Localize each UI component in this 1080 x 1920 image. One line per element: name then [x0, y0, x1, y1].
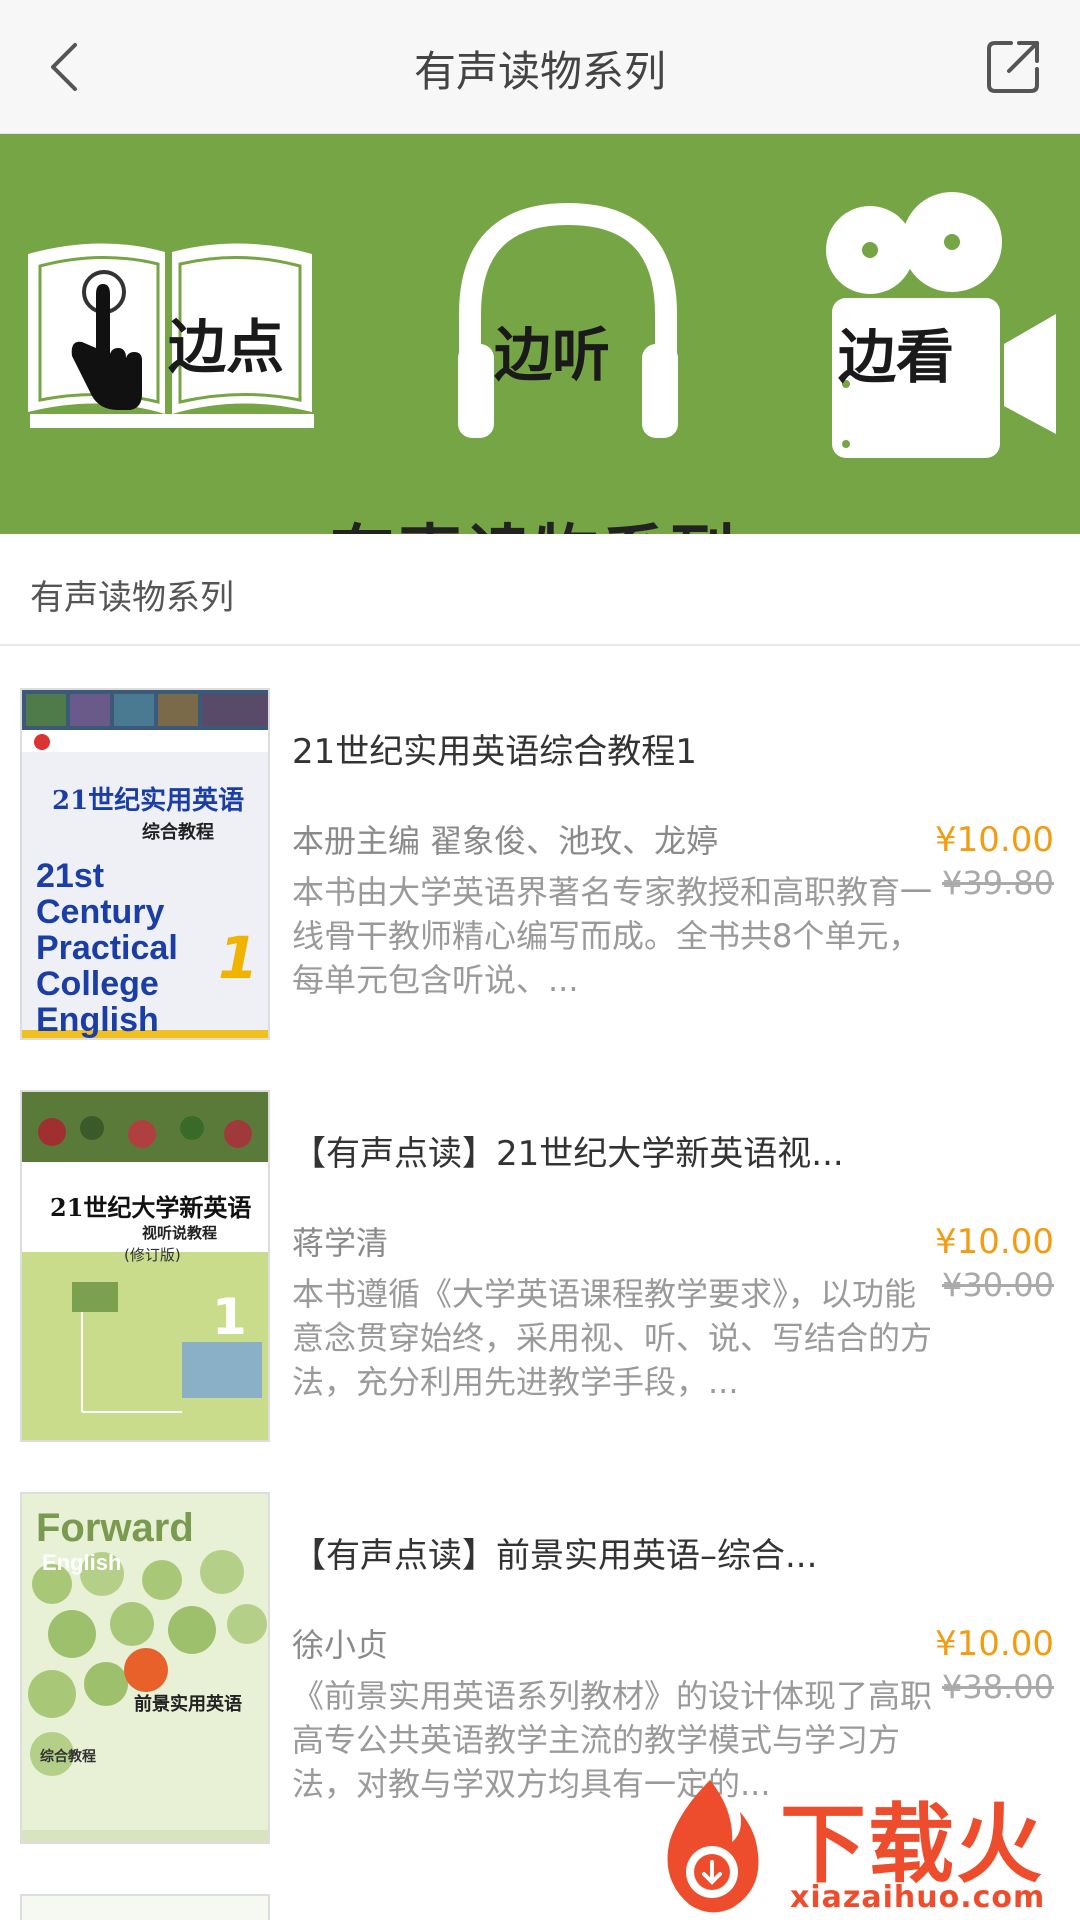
- banner-label-point: 边点: [168, 313, 285, 381]
- book-cover: Forward English 前景实用英语 综合教程: [20, 1492, 270, 1844]
- book-original-price: ¥30.00: [942, 1266, 1054, 1304]
- cover-volume-number: 1: [212, 1288, 247, 1346]
- page-title: 有声读物系列: [413, 47, 666, 96]
- banner-label-watch: 边看: [838, 323, 955, 391]
- book-author: 蒋学清: [292, 1224, 389, 1262]
- cover-title-cn: 前景实用英语: [134, 1694, 242, 1715]
- cover-title-en: Forward: [36, 1506, 194, 1550]
- flame-logo-icon: [667, 1780, 759, 1913]
- banner[interactable]: 边点 边听 边看 有声读物系列: [0, 134, 1080, 534]
- book-original-price: ¥39.80: [942, 864, 1054, 902]
- cover-volume-number: 1: [218, 924, 259, 992]
- book-title: 【有声点读】前景实用英语–综合...: [292, 1536, 818, 1576]
- watermark: 下载火 xiazaihuo.com: [640, 1770, 1070, 1920]
- cover-title-cn: 21世纪实用英语: [52, 786, 245, 816]
- cover-subtitle-cn: 视听说教程: [142, 1224, 218, 1242]
- book-original-price: ¥38.00: [942, 1668, 1054, 1706]
- book-title: 【有声点读】21世纪大学新英语视...: [292, 1134, 844, 1174]
- book-cover: 21世纪实用英语 综合教程 21st Century Practical Col…: [20, 688, 270, 1040]
- book-description: 本书由大学英语界著名专家教授和高职教育一线骨干教师精心编写而成。全书共8个单元，…: [292, 873, 933, 999]
- cover-subtitle-en: English: [42, 1550, 122, 1575]
- share-button[interactable]: [976, 30, 1050, 104]
- book-author: 徐小贞: [292, 1626, 389, 1664]
- cover-subtitle-cn: 综合教程: [40, 1749, 96, 1765]
- book-cover: 21世纪大学新英语 视听说教程 (修订版) 1: [20, 1090, 270, 1442]
- cover-edition: (修订版): [124, 1246, 181, 1264]
- section-header: 有声读物系列: [0, 534, 1080, 646]
- chevron-left-icon: [51, 43, 77, 91]
- back-button[interactable]: [30, 30, 100, 104]
- cover-title-en: 21st Century Practical College English: [36, 857, 178, 1039]
- book-cover-image: [22, 1092, 268, 1440]
- top-navigation-bar: 有声读物系列: [0, 0, 1080, 134]
- book-title: 21世纪实用英语综合教程1: [292, 732, 697, 772]
- banner-label-listen: 边听: [494, 321, 611, 389]
- section-title: 有声读物系列: [30, 578, 234, 618]
- list-item-book-2[interactable]: 21世纪大学新英语 视听说教程 (修订版) 1 【有声点读】21世纪大学新英语视…: [0, 1090, 1080, 1492]
- banner-bottom-text: 有声读物系列: [330, 504, 738, 534]
- share-icon: [987, 41, 1039, 93]
- book-price: ¥10.00: [935, 1222, 1054, 1262]
- book-author: 本册主编 翟象俊、池玫、龙婷: [292, 822, 719, 860]
- book-cover-partial: [20, 1894, 270, 1920]
- watermark-url: xiazaihuo.com: [790, 1880, 1046, 1915]
- book-price: ¥10.00: [935, 1624, 1054, 1664]
- book-price: ¥10.00: [935, 820, 1054, 860]
- list-item-book-1[interactable]: 21世纪实用英语 综合教程 21st Century Practical Col…: [0, 688, 1080, 1090]
- cover-subtitle-cn: 综合教程: [142, 822, 214, 843]
- cover-title-cn: 21世纪大学新英语: [50, 1193, 252, 1222]
- book-description: 本书遵循《大学英语课程教学要求》，以功能意念贯穿始终，采用视、听、说、写结合的方…: [292, 1275, 933, 1401]
